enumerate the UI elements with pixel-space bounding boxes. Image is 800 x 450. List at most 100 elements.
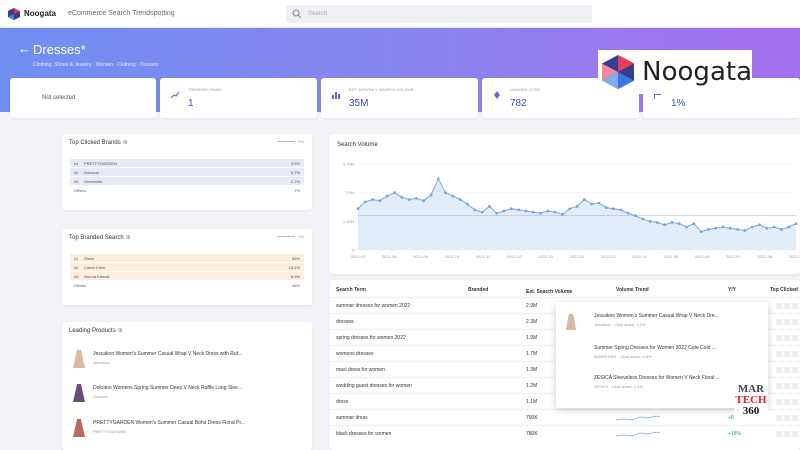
list-item[interactable]: #1 Shein 86% <box>70 254 304 262</box>
chart-point[interactable] <box>677 222 681 226</box>
chart-point[interactable] <box>509 207 513 211</box>
chart-point[interactable] <box>451 194 455 198</box>
chart-point[interactable] <box>787 225 791 229</box>
brand-name[interactable]: Noogata <box>24 9 56 18</box>
product-item[interactable]: Dokotoo Womens Spring Summer Deep V Neck… <box>69 382 305 404</box>
back-arrow-icon[interactable]: ← <box>18 41 31 56</box>
cell-top-clicked[interactable] <box>776 335 800 341</box>
cell-search-term[interactable]: spring dresses for women 2022 <box>336 335 406 341</box>
chart-point[interactable] <box>575 205 579 208</box>
chart-point[interactable] <box>407 198 411 201</box>
cell-search-term[interactable]: black dresses for women <box>336 431 391 437</box>
chart-point[interactable] <box>363 200 367 204</box>
cell-search-term[interactable]: dress <box>336 399 348 405</box>
chart-point[interactable] <box>758 223 761 227</box>
chart-point[interactable] <box>480 210 484 214</box>
cell-top-clicked[interactable] <box>776 367 800 373</box>
chart-point[interactable] <box>393 191 396 195</box>
cell-top-clicked[interactable] <box>776 319 800 325</box>
chart-point[interactable] <box>648 219 652 223</box>
chart-point[interactable] <box>743 229 747 232</box>
column-header-yy[interactable]: Y/Y <box>728 287 736 293</box>
chart-point[interactable] <box>765 226 769 230</box>
column-header-volume-trend[interactable]: Volume Trend <box>616 287 649 293</box>
popup-item[interactable]: Summer Spring Dresses for Women 2022 Cut… <box>564 342 760 364</box>
cell-search-term[interactable]: dresses <box>336 319 354 325</box>
share-control[interactable]: 1% <box>277 234 304 239</box>
chart-point[interactable] <box>473 208 477 212</box>
chart-point[interactable] <box>707 227 710 231</box>
chart-point[interactable] <box>728 226 732 230</box>
chart-point[interactable] <box>502 209 506 213</box>
chart-point[interactable] <box>400 195 404 199</box>
share-control[interactable]: 0% <box>277 139 304 144</box>
chart-point[interactable] <box>597 201 601 205</box>
column-header-branded[interactable]: Branded <box>468 287 488 293</box>
list-item[interactable]: #2 Dokotoo 0.7% <box>70 168 304 176</box>
chart-point[interactable] <box>721 225 725 229</box>
help-icon[interactable]: ⊕ <box>126 235 131 241</box>
chart-point[interactable] <box>641 217 645 221</box>
chart-point[interactable] <box>619 208 623 212</box>
list-item[interactable]: #3 Norma Kamali 8.9% <box>70 272 304 280</box>
list-item[interactable]: #2 Calvin Klein 18.1% <box>70 263 304 271</box>
table-row[interactable]: summer dress790K+84% <box>330 409 800 425</box>
chart-point[interactable] <box>539 211 542 215</box>
column-header-search-term[interactable]: Search Term <box>336 287 366 293</box>
chart-point[interactable] <box>466 202 469 206</box>
cell-search-term[interactable]: wedding guest dresses for women <box>336 383 412 389</box>
help-icon[interactable]: ⊕ <box>118 328 123 334</box>
chart-point[interactable] <box>780 227 783 231</box>
cell-top-clicked[interactable] <box>776 431 800 437</box>
product-item[interactable]: PRETTYGARDEN Women's Summer Casual Boho … <box>69 417 305 439</box>
chart-point[interactable] <box>458 198 462 201</box>
list-item[interactable]: #3 Grecerelle 0.7% <box>70 177 304 185</box>
chart-point[interactable] <box>378 199 382 203</box>
chart-point[interactable] <box>415 197 418 200</box>
chart-point[interactable] <box>517 208 520 212</box>
chart-point[interactable] <box>531 210 535 214</box>
chart-point[interactable] <box>750 225 754 229</box>
column-header-top-clicked[interactable]: Top Clicked <box>770 287 798 293</box>
chart-point[interactable] <box>495 211 499 215</box>
product-item[interactable]: Jescakoo Women's Summer Casual Wrap V Ne… <box>69 348 305 370</box>
chart-point[interactable] <box>422 199 426 203</box>
chart-point[interactable] <box>626 211 630 215</box>
popup-item[interactable]: ZESICA Sleeveless Dresses for Women V Ne… <box>564 372 760 394</box>
noogata-mark-icon[interactable] <box>8 7 20 20</box>
cell-top-clicked[interactable] <box>776 303 800 309</box>
table-row[interactable]: black dresses for women 780K +18% <box>330 425 800 441</box>
chart-point[interactable] <box>582 198 586 201</box>
chart-point[interactable] <box>772 225 776 229</box>
cell-search-term[interactable]: summer dress <box>336 415 368 421</box>
cell-search-term[interactable]: womens dresses <box>336 351 374 357</box>
popup-item[interactable]: Jescakoo Women's Summer Casual Wrap V Ne… <box>564 310 760 332</box>
selection-card[interactable]: Not selected <box>10 78 159 118</box>
cell-top-clicked[interactable] <box>776 399 800 405</box>
chart-point[interactable] <box>356 207 360 211</box>
chart-point[interactable] <box>634 214 637 217</box>
cell-top-clicked[interactable] <box>776 351 800 357</box>
chart-point[interactable] <box>794 222 798 226</box>
chart-point[interactable] <box>612 207 615 211</box>
chart-point[interactable] <box>590 202 593 206</box>
chart-point[interactable] <box>736 227 739 231</box>
chart-point[interactable] <box>524 209 528 213</box>
chart-point[interactable] <box>436 177 440 181</box>
chart-point[interactable] <box>663 223 666 227</box>
chart-point[interactable] <box>670 221 674 224</box>
cell-search-term[interactable]: summer dresses for women 2022 <box>336 303 410 309</box>
search-input[interactable]: Search <box>286 5 592 23</box>
cell-search-term[interactable]: maxi dress for women <box>336 367 385 373</box>
chart-point[interactable] <box>561 213 564 216</box>
chart-point[interactable] <box>699 230 703 234</box>
chart-point[interactable] <box>488 205 491 208</box>
cell-top-clicked[interactable] <box>776 415 800 421</box>
chart-point[interactable] <box>385 194 389 198</box>
chart-point[interactable] <box>553 210 557 214</box>
chart-point[interactable] <box>692 222 696 226</box>
chart-point[interactable] <box>655 221 659 224</box>
chart-point[interactable] <box>685 225 688 229</box>
chart-point[interactable] <box>546 209 550 213</box>
cell-top-clicked[interactable] <box>776 383 800 389</box>
